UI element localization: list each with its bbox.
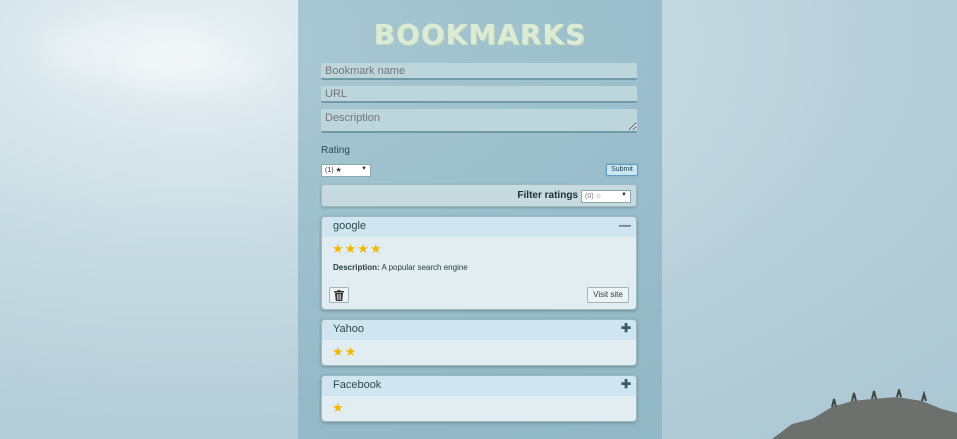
background-cloud xyxy=(120,50,270,90)
star-rating: ★ xyxy=(332,400,345,415)
delete-button[interactable] xyxy=(329,287,349,303)
minus-icon[interactable]: — xyxy=(619,218,631,232)
description-text: A popular search engine xyxy=(381,263,468,272)
plus-icon[interactable]: ✚ xyxy=(621,321,631,335)
bookmarks-panel: BOOKMARKS Rating (1) ★ ▼ Submit Filter r… xyxy=(298,0,662,439)
description-input[interactable] xyxy=(321,109,637,133)
rating-label: Rating xyxy=(321,145,350,156)
filter-select-value: (0) ☆ xyxy=(585,193,602,200)
bookmark-card: google — ★★★★ Description: A popular sea… xyxy=(321,216,637,310)
bookmark-card-header[interactable]: Facebook ✚ xyxy=(322,376,636,396)
submit-button[interactable]: Submit xyxy=(606,164,638,176)
rating-select[interactable]: (1) ★ ▼ xyxy=(321,164,371,177)
page-title: BOOKMARKS xyxy=(373,18,587,51)
filter-ratings-select[interactable]: (0) ☆ ▼ xyxy=(581,190,631,203)
bookmark-title: Facebook xyxy=(333,379,382,391)
bookmark-name-input[interactable] xyxy=(321,63,637,80)
star-rating: ★★ xyxy=(332,344,358,359)
background-mountain xyxy=(772,389,957,439)
bookmark-card: Yahoo ✚ ★★ xyxy=(321,319,637,366)
visit-site-button[interactable]: Visit site xyxy=(587,287,629,303)
bookmark-title: Yahoo xyxy=(333,323,364,335)
chevron-down-icon: ▼ xyxy=(361,166,367,172)
plus-icon[interactable]: ✚ xyxy=(621,377,631,391)
bookmark-card-header[interactable]: Yahoo ✚ xyxy=(322,320,636,340)
bookmark-description: Description: A popular search engine xyxy=(333,263,468,272)
chevron-down-icon: ▼ xyxy=(621,192,627,198)
description-label: Description: xyxy=(333,263,380,272)
bookmark-title: google xyxy=(333,220,367,232)
filter-ratings-label: Filter ratings xyxy=(517,190,578,201)
filter-bar: Filter ratings (0) ☆ ▼ xyxy=(321,184,637,207)
url-input[interactable] xyxy=(321,86,637,103)
star-rating: ★★★★ xyxy=(332,241,383,256)
bookmark-card-header[interactable]: google — xyxy=(322,217,636,237)
bookmark-card: Facebook ✚ ★ xyxy=(321,375,637,422)
trash-icon xyxy=(334,290,344,301)
rating-select-value: (1) ★ xyxy=(325,167,342,174)
